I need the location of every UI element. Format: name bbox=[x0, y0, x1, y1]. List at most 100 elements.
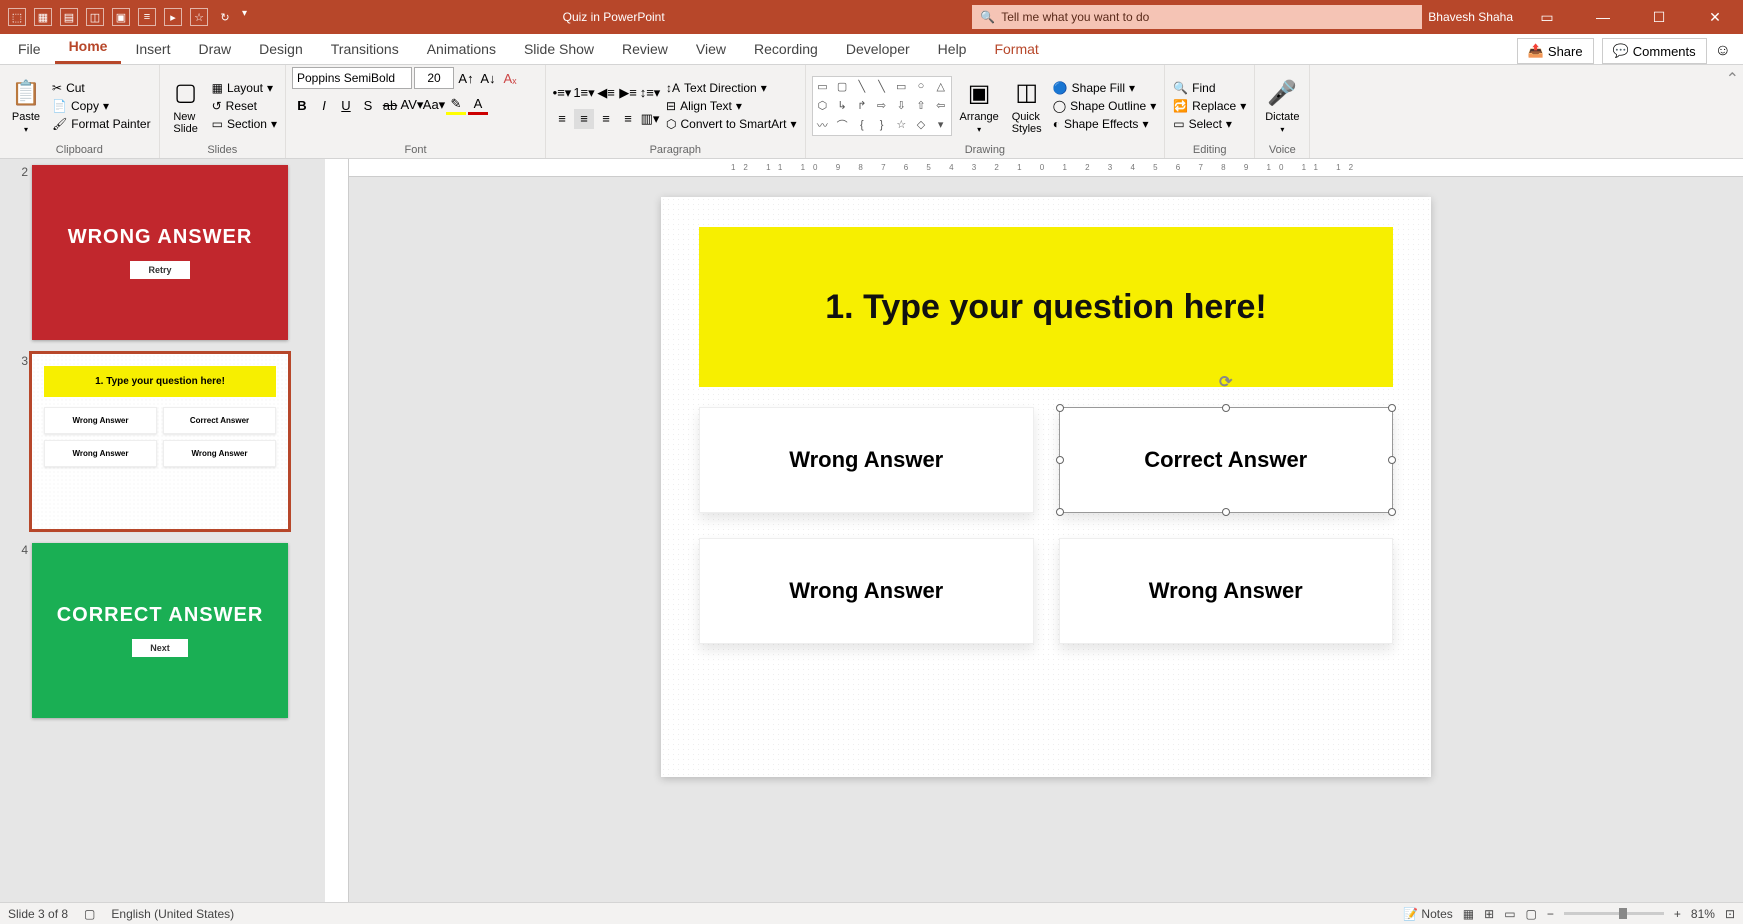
selection-handle[interactable] bbox=[1388, 456, 1396, 464]
clear-format-icon[interactable]: Aₓ bbox=[500, 68, 520, 88]
tell-me-search[interactable]: 🔍 Tell me what you want to do bbox=[972, 5, 1422, 29]
strikethrough-button[interactable]: ab bbox=[380, 95, 400, 115]
paste-button[interactable]: 📋Paste▾ bbox=[6, 75, 46, 136]
qat-icon[interactable]: ☆ bbox=[190, 8, 208, 26]
bold-button[interactable]: B bbox=[292, 95, 312, 115]
selection-handle[interactable] bbox=[1222, 404, 1230, 412]
user-name[interactable]: Bhavesh Shaha bbox=[1428, 10, 1513, 24]
slideshow-view-icon[interactable]: ▢ bbox=[1526, 907, 1537, 921]
comments-button[interactable]: 💬 Comments bbox=[1602, 38, 1707, 64]
maximize-button[interactable]: ☐ bbox=[1637, 1, 1681, 33]
slide-thumbnails-panel[interactable]: 2 WRONG ANSWER Retry 3 1. Type your ques… bbox=[0, 159, 325, 902]
decrease-font-icon[interactable]: A↓ bbox=[478, 68, 498, 88]
font-color-button[interactable]: A bbox=[468, 95, 488, 115]
char-spacing-button[interactable]: AV▾ bbox=[402, 95, 422, 115]
columns-button[interactable]: ▥▾ bbox=[640, 109, 660, 129]
justify-button[interactable]: ≡ bbox=[618, 109, 638, 129]
slide-thumbnail-4[interactable]: CORRECT ANSWER Next bbox=[32, 543, 288, 718]
tab-slideshow[interactable]: Slide Show bbox=[510, 34, 608, 64]
normal-view-icon[interactable]: ▦ bbox=[1463, 907, 1474, 921]
tab-recording[interactable]: Recording bbox=[740, 34, 832, 64]
reading-view-icon[interactable]: ▭ bbox=[1504, 907, 1515, 921]
tab-draw[interactable]: Draw bbox=[184, 34, 245, 64]
tab-insert[interactable]: Insert bbox=[121, 34, 184, 64]
qat-icon[interactable]: ◫ bbox=[86, 8, 104, 26]
slide-thumbnail-2[interactable]: WRONG ANSWER Retry bbox=[32, 165, 288, 340]
close-button[interactable]: ✕ bbox=[1693, 1, 1737, 33]
decrease-indent-button[interactable]: ◀≡ bbox=[596, 83, 616, 103]
align-right-button[interactable]: ≡ bbox=[596, 109, 616, 129]
zoom-level[interactable]: 81% bbox=[1691, 907, 1715, 921]
arrange-button[interactable]: ▣Arrange▾ bbox=[956, 75, 1003, 136]
fit-window-icon[interactable]: ⊡ bbox=[1725, 907, 1735, 921]
accessibility-icon[interactable]: ▢ bbox=[84, 907, 95, 921]
qat-more[interactable]: ▾ bbox=[242, 8, 247, 26]
slide-counter[interactable]: Slide 3 of 8 bbox=[8, 907, 68, 921]
align-center-button[interactable]: ≡ bbox=[574, 109, 594, 129]
zoom-slider[interactable] bbox=[1564, 912, 1664, 915]
align-text-button[interactable]: ⊟ Align Text ▾ bbox=[664, 98, 799, 114]
tab-help[interactable]: Help bbox=[924, 34, 981, 64]
qat-icon[interactable]: ▦ bbox=[34, 8, 52, 26]
zoom-in-button[interactable]: + bbox=[1674, 907, 1681, 921]
bullets-button[interactable]: •≡▾ bbox=[552, 83, 572, 103]
tab-developer[interactable]: Developer bbox=[832, 34, 924, 64]
qat-icon[interactable]: ▤ bbox=[60, 8, 78, 26]
slide-thumbnail-3[interactable]: 1. Type your question here! Wrong Answer… bbox=[32, 354, 288, 529]
qat-icon[interactable]: ▣ bbox=[112, 8, 130, 26]
section-button[interactable]: ▭ Section ▾ bbox=[210, 116, 279, 132]
ribbon-display-icon[interactable]: ▭ bbox=[1525, 1, 1569, 33]
increase-indent-button[interactable]: ▶≡ bbox=[618, 83, 638, 103]
slide-canvas[interactable]: 1. Type your question here! Wrong Answer… bbox=[661, 197, 1431, 777]
tab-view[interactable]: View bbox=[682, 34, 740, 64]
question-shape[interactable]: 1. Type your question here! bbox=[699, 227, 1393, 387]
tab-transitions[interactable]: Transitions bbox=[317, 34, 413, 64]
shape-fill-button[interactable]: 🔵 Shape Fill ▾ bbox=[1051, 80, 1159, 96]
tab-format[interactable]: Format bbox=[980, 34, 1052, 64]
selection-handle[interactable] bbox=[1222, 508, 1230, 516]
align-left-button[interactable]: ≡ bbox=[552, 109, 572, 129]
tab-animations[interactable]: Animations bbox=[413, 34, 510, 64]
tab-design[interactable]: Design bbox=[245, 34, 317, 64]
cut-button[interactable]: ✂ Cut bbox=[50, 80, 153, 96]
language-status[interactable]: English (United States) bbox=[111, 907, 234, 921]
font-name-select[interactable] bbox=[292, 67, 412, 89]
tab-home[interactable]: Home bbox=[55, 31, 122, 64]
shape-effects-button[interactable]: ◐ Shape Effects ▾ bbox=[1051, 116, 1159, 132]
italic-button[interactable]: I bbox=[314, 95, 334, 115]
text-direction-button[interactable]: ↕A Text Direction ▾ bbox=[664, 80, 799, 96]
copy-button[interactable]: 📄 Copy ▾ bbox=[50, 98, 153, 114]
selection-handle[interactable] bbox=[1388, 508, 1396, 516]
replace-button[interactable]: 🔁 Replace ▾ bbox=[1171, 98, 1248, 114]
sorter-view-icon[interactable]: ⊞ bbox=[1484, 907, 1494, 921]
share-button[interactable]: 📤 Share bbox=[1517, 38, 1594, 64]
quick-styles-button[interactable]: ◫Quick Styles bbox=[1007, 75, 1047, 137]
numbering-button[interactable]: 1≡▾ bbox=[574, 83, 594, 103]
format-painter-button[interactable]: 🖌 Format Painter bbox=[50, 116, 153, 132]
smartart-button[interactable]: ⬡ Convert to SmartArt ▾ bbox=[664, 116, 799, 132]
qat-icon[interactable]: ▸ bbox=[164, 8, 182, 26]
find-button[interactable]: 🔍 Find bbox=[1171, 80, 1248, 96]
highlight-button[interactable]: ✎ bbox=[446, 95, 466, 115]
collapse-ribbon-icon[interactable]: ⌃ bbox=[1722, 65, 1743, 158]
selection-handle[interactable] bbox=[1056, 404, 1064, 412]
dictate-button[interactable]: 🎤Dictate▾ bbox=[1261, 75, 1303, 136]
tab-review[interactable]: Review bbox=[608, 34, 682, 64]
notes-button[interactable]: 📝 Notes bbox=[1403, 907, 1453, 921]
reset-button[interactable]: ↺ Reset bbox=[210, 98, 279, 114]
selection-handle[interactable] bbox=[1388, 404, 1396, 412]
answer-box-1[interactable]: Wrong Answer bbox=[699, 407, 1034, 513]
zoom-out-button[interactable]: − bbox=[1547, 907, 1554, 921]
layout-button[interactable]: ▦ Layout ▾ bbox=[210, 80, 279, 96]
font-size-select[interactable] bbox=[414, 67, 454, 89]
change-case-button[interactable]: Aa▾ bbox=[424, 95, 444, 115]
redo-icon[interactable]: ↻ bbox=[216, 8, 234, 26]
slide-canvas-area[interactable]: 12 11 10 9 8 7 6 5 4 3 2 1 0 1 2 3 4 5 6… bbox=[349, 159, 1743, 902]
line-spacing-button[interactable]: ↕≡▾ bbox=[640, 83, 660, 103]
qat-icon[interactable]: ⬚ bbox=[8, 8, 26, 26]
answer-box-3[interactable]: Wrong Answer bbox=[699, 538, 1034, 644]
increase-font-icon[interactable]: A↑ bbox=[456, 68, 476, 88]
answer-box-4[interactable]: Wrong Answer bbox=[1059, 538, 1394, 644]
shadow-button[interactable]: S bbox=[358, 95, 378, 115]
minimize-button[interactable]: — bbox=[1581, 1, 1625, 33]
